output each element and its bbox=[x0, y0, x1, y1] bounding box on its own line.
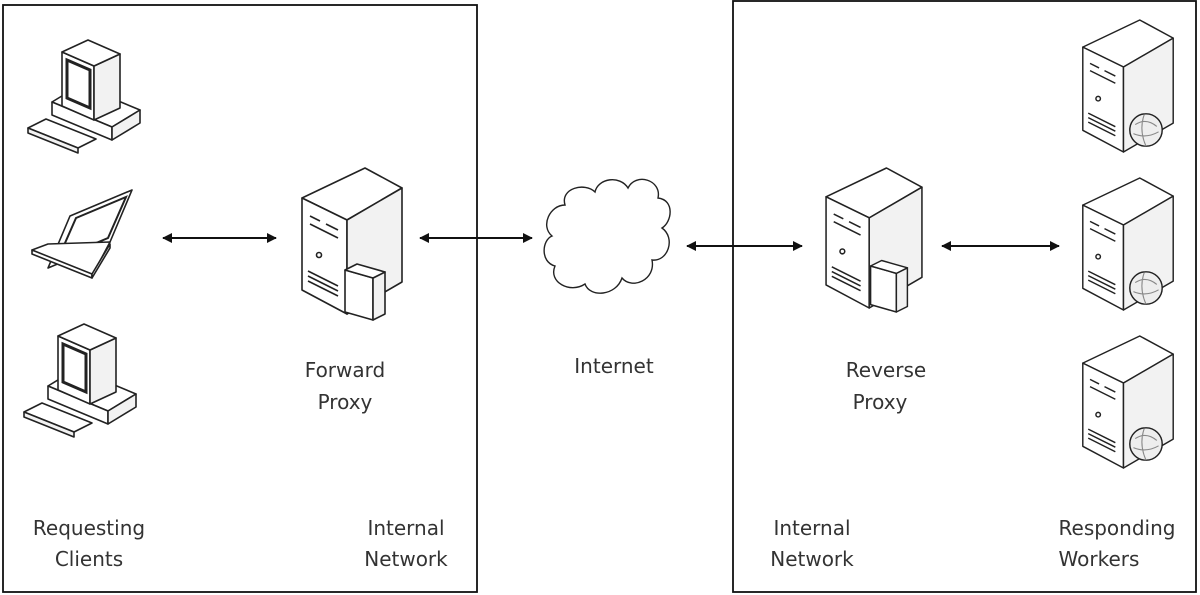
workers-label-line1: Responding bbox=[1059, 516, 1176, 540]
internet-label: Internet bbox=[574, 354, 654, 378]
desktop-computer-icon bbox=[26, 38, 142, 155]
left-network-label-line2: Network bbox=[364, 547, 448, 571]
clients-label-line1: Requesting bbox=[33, 516, 145, 540]
clients-label-line2: Clients bbox=[55, 547, 123, 571]
forward-proxy-server-icon bbox=[301, 167, 403, 321]
reverse-proxy-label-line1: Reverse bbox=[846, 358, 926, 382]
workers-label-line2: Workers bbox=[1059, 547, 1140, 571]
web-server-icon bbox=[1082, 335, 1174, 469]
forward-proxy-label-line2: Proxy bbox=[318, 390, 373, 414]
reverse-proxy-label-line2: Proxy bbox=[853, 390, 908, 414]
right-network-label-line2: Network bbox=[770, 547, 854, 571]
forward-proxy-label-line1: Forward bbox=[305, 358, 385, 382]
right-network-label-line1: Internal bbox=[773, 516, 850, 540]
laptop-icon bbox=[31, 189, 133, 279]
proxy-diagram: Forward Proxy Internet Reverse Proxy Req… bbox=[2, 0, 1197, 593]
web-server-icon bbox=[1082, 19, 1174, 153]
desktop-computer-icon bbox=[22, 322, 138, 439]
reverse-proxy-server-icon bbox=[825, 167, 923, 313]
web-server-icon bbox=[1082, 177, 1174, 311]
cloud-icon bbox=[543, 178, 671, 294]
left-network-label-line1: Internal bbox=[367, 516, 444, 540]
